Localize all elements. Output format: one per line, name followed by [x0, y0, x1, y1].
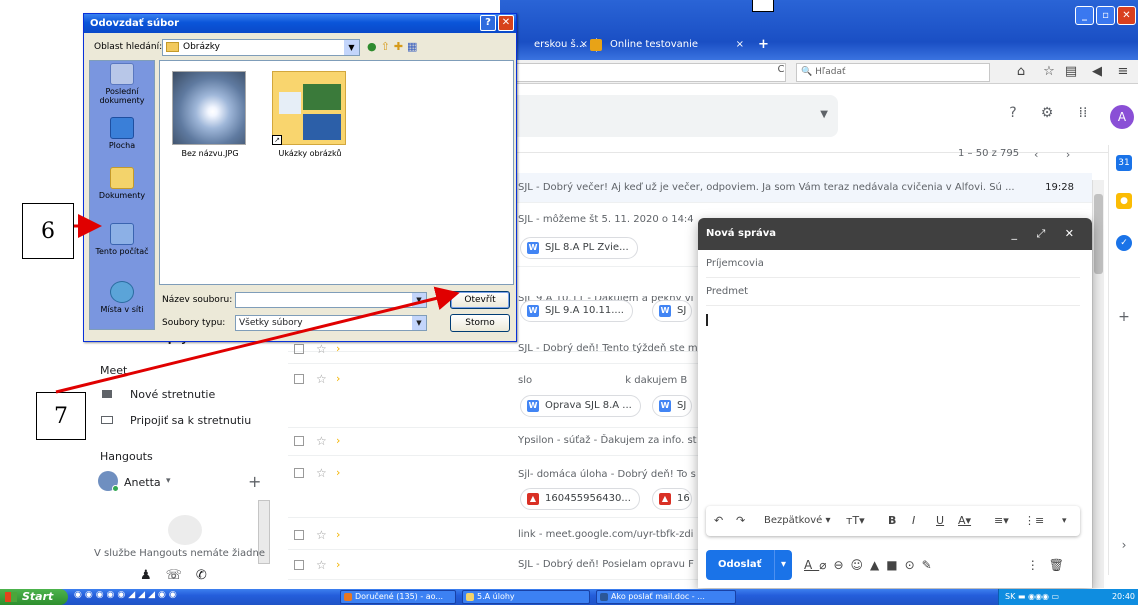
taskbar-item-folder[interactable]: 5.A úlohy	[462, 590, 590, 604]
taskbar-label: 5.A úlohy	[477, 592, 515, 601]
taskbar-label: Ako poslať mail.doc - ...	[611, 592, 705, 601]
windows-logo-icon	[5, 592, 17, 602]
firefox-icon	[344, 593, 352, 601]
quick-launch[interactable]: ◉◉◉◉◉◢◢◢◉◉	[74, 590, 180, 600]
start-label: Start	[22, 590, 54, 603]
start-button[interactable]: Start	[0, 589, 68, 605]
tray-icons[interactable]: ▬ ◉◉◉ ▭	[1018, 592, 1059, 601]
system-tray: SK ▬ ◉◉◉ ▭ 20:40	[998, 589, 1138, 605]
taskbar-item-inbox[interactable]: Doručené (135) - ao...	[340, 590, 456, 604]
word-icon	[600, 593, 608, 601]
windows-taskbar: Start ◉◉◉◉◉◢◢◢◉◉ Doručené (135) - ao... …	[0, 589, 1138, 605]
taskbar-label: Doručené (135) - ao...	[355, 592, 444, 601]
folder-icon	[466, 593, 474, 601]
taskbar-item-word[interactable]: Ako poslať mail.doc - ...	[596, 590, 736, 604]
annotation-arrows	[55, 214, 460, 394]
language-indicator[interactable]: SK	[1005, 592, 1015, 601]
arrow-7	[55, 286, 460, 394]
clock: 20:40	[1111, 592, 1135, 601]
